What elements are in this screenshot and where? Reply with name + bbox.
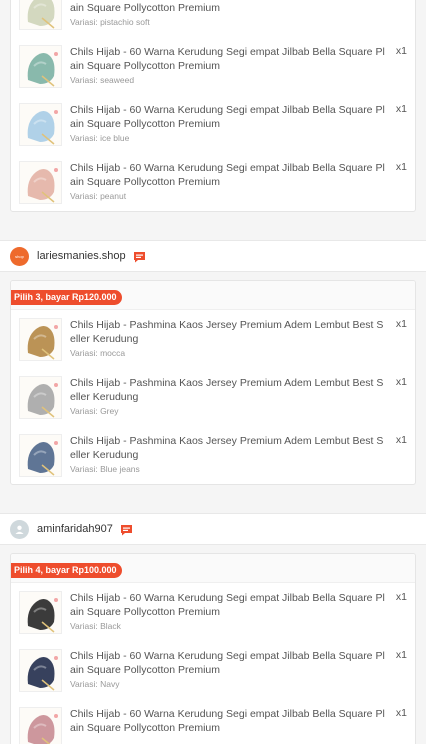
product-quantity: x1 (395, 161, 407, 173)
bundle-card: Pilih 3, bayar Rp120.000 Chils Hijab - Pa… (10, 280, 416, 485)
product-item[interactable]: Chils Hijab - 60 Warna Kerudung Segi emp… (11, 0, 415, 37)
product-variant: Variasi: ice blue (70, 133, 130, 143)
bundle-card: Pilih 4, bayar Rp100.000 Chils Hijab - 60… (10, 553, 416, 744)
product-variant: Variasi: pistachio soft (70, 17, 150, 27)
chat-icon[interactable] (133, 250, 146, 263)
shop-avatar (10, 519, 29, 539)
bundle-card: Chils Hijab - 60 Warna Kerudung Segi emp… (10, 0, 416, 212)
product-title[interactable]: Chils Hijab - 60 Warna Kerudung Segi emp… (70, 103, 407, 131)
product-title[interactable]: Chils Hijab - Pashmina Kaos Jersey Premi… (70, 318, 407, 346)
product-thumbnail[interactable] (19, 0, 62, 30)
product-variant: Variasi: seaweed (70, 75, 135, 85)
product-thumbnail[interactable] (19, 649, 62, 692)
product-thumbnail[interactable] (19, 591, 62, 634)
product-quantity: x1 (395, 103, 407, 115)
product-info: Chils Hijab - Pashmina Kaos Jersey Premi… (70, 318, 407, 362)
product-title[interactable]: Chils Hijab - Pashmina Kaos Jersey Premi… (70, 376, 407, 404)
product-title[interactable]: Chils Hijab - 60 Warna Kerudung Segi emp… (70, 45, 407, 73)
product-thumbnail[interactable] (19, 45, 62, 88)
product-info: Chils Hijab - Pashmina Kaos Jersey Premi… (70, 376, 407, 420)
product-title[interactable]: Chils Hijab - Pashmina Kaos Jersey Premi… (70, 434, 407, 462)
product-item[interactable]: Chils Hijab - Pashmina Kaos Jersey Premi… (11, 310, 415, 368)
product-info: Chils Hijab - 60 Warna Kerudung Segi emp… (70, 161, 407, 205)
shop-header[interactable]: shop lariesmanies.shop (0, 240, 426, 272)
product-thumbnail[interactable] (19, 161, 62, 204)
product-variant: Variasi: mocca (70, 348, 126, 358)
product-item[interactable]: Chils Hijab - 60 Warna Kerudung Segi emp… (11, 95, 415, 153)
product-quantity: x1 (395, 45, 407, 57)
product-thumbnail[interactable] (19, 318, 62, 361)
product-title[interactable]: Chils Hijab - 60 Warna Kerudung Segi emp… (70, 707, 407, 735)
bundle-deal-badge: Pilih 3, bayar Rp120.000 (11, 290, 122, 305)
product-item[interactable]: Chils Hijab - 60 Warna Kerudung Segi emp… (11, 37, 415, 95)
shop-header[interactable]: aminfaridah907 (0, 513, 426, 545)
product-thumbnail[interactable] (19, 434, 62, 477)
product-quantity: x1 (395, 591, 407, 603)
product-item[interactable]: Chils Hijab - Pashmina Kaos Jersey Premi… (11, 426, 415, 484)
shop-name[interactable]: lariesmanies.shop (37, 250, 126, 262)
product-title[interactable]: Chils Hijab - 60 Warna Kerudung Segi emp… (70, 591, 407, 619)
product-quantity: x1 (395, 376, 407, 388)
product-item[interactable]: Chils Hijab - Pashmina Kaos Jersey Premi… (11, 368, 415, 426)
shop-name[interactable]: aminfaridah907 (37, 523, 113, 535)
bundle-deal-badge: Pilih 4, bayar Rp100.000 (11, 563, 122, 578)
product-thumbnail[interactable] (19, 103, 62, 146)
product-variant: Variasi: Black (70, 621, 121, 631)
product-thumbnail[interactable] (19, 707, 62, 744)
product-item[interactable]: Chils Hijab - 60 Warna Kerudung Segi emp… (11, 153, 415, 211)
product-quantity: x1 (395, 318, 407, 330)
bundle-deal-header: Pilih 4, bayar Rp100.000 (11, 554, 415, 583)
product-info: Chils Hijab - Pashmina Kaos Jersey Premi… (70, 434, 407, 478)
section-divider (0, 212, 426, 240)
product-info: Chils Hijab - 60 Warna Kerudung Segi emp… (70, 707, 407, 744)
product-info: Chils Hijab - 60 Warna Kerudung Segi emp… (70, 103, 407, 147)
product-title[interactable]: Chils Hijab - 60 Warna Kerudung Segi emp… (70, 0, 407, 15)
product-quantity: x1 (395, 649, 407, 661)
chat-icon[interactable] (120, 523, 133, 536)
product-info: Chils Hijab - 60 Warna Kerudung Segi emp… (70, 649, 407, 693)
product-item[interactable]: Chils Hijab - 60 Warna Kerudung Segi emp… (11, 583, 415, 641)
product-variant: Variasi: Grey (70, 406, 119, 416)
product-item[interactable]: Chils Hijab - 60 Warna Kerudung Segi emp… (11, 699, 415, 744)
svg-text:shop: shop (15, 254, 24, 259)
product-variant: Variasi: Blue jeans (70, 464, 140, 474)
product-title[interactable]: Chils Hijab - 60 Warna Kerudung Segi emp… (70, 161, 407, 189)
product-info: Chils Hijab - 60 Warna Kerudung Segi emp… (70, 45, 407, 89)
section-divider (0, 485, 426, 513)
product-quantity: x1 (395, 707, 407, 719)
product-variant: Variasi: peanut (70, 191, 127, 201)
product-info: Chils Hijab - 60 Warna Kerudung Segi emp… (70, 0, 407, 31)
bundle-deal-header: Pilih 3, bayar Rp120.000 (11, 281, 415, 310)
product-quantity: x1 (395, 434, 407, 446)
product-variant: Variasi: Navy (70, 679, 120, 689)
product-info: Chils Hijab - 60 Warna Kerudung Segi emp… (70, 591, 407, 635)
product-thumbnail[interactable] (19, 376, 62, 419)
shop-avatar: shop (10, 246, 29, 266)
product-title[interactable]: Chils Hijab - 60 Warna Kerudung Segi emp… (70, 649, 407, 677)
order-list: Chils Hijab - 60 Warna Kerudung Segi emp… (0, 0, 426, 744)
product-item[interactable]: Chils Hijab - 60 Warna Kerudung Segi emp… (11, 641, 415, 699)
